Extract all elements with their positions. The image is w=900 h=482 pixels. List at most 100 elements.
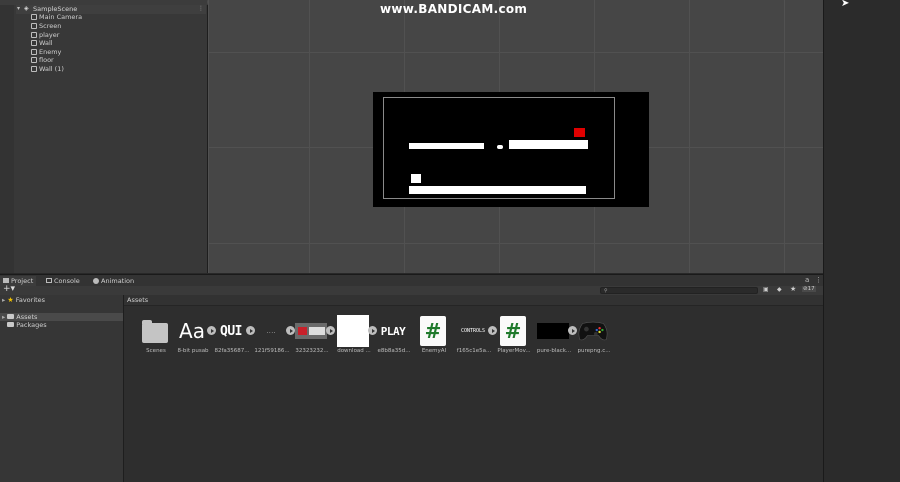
grid-line [208, 0, 209, 273]
asset-enemyai[interactable]: # EnemyAI [412, 315, 452, 359]
asset-label: EnemyAI [421, 348, 447, 354]
asset-8-bit-pusab[interactable]: Aa 8-bit pusab [171, 315, 216, 359]
asset-f165c1e5a[interactable]: CONTROLS f165c1e5a... [452, 315, 497, 359]
image-icon: CONTROLS [460, 328, 486, 334]
asset-label: download ... [337, 348, 371, 354]
hierarchy-item-label: Screen [39, 22, 62, 30]
tree-label: Favorites [15, 296, 46, 304]
asset-download[interactable]: download ... [332, 315, 377, 359]
asset-32323232[interactable]: 32323232... [290, 315, 335, 359]
image-icon: .... [266, 328, 276, 334]
asset-browser: Assets Scenes Aa 8-bit pusab QUI 82fa356… [124, 295, 823, 482]
grid-line [208, 52, 823, 53]
folder-icon [7, 322, 15, 327]
hierarchy-item-wall[interactable]: Wall [31, 39, 53, 47]
project-folder-tree: ▸ ★ Favorites ▸Assets ▸Packages [0, 295, 124, 482]
image-icon [337, 315, 369, 347]
square-object[interactable] [411, 174, 421, 183]
gameobject-icon [31, 14, 37, 20]
asset-playermov[interactable]: # PlayerMov... [492, 315, 532, 359]
asset-label: pure-black... [536, 348, 572, 354]
tab-animation[interactable]: Animation [90, 276, 137, 286]
tree-label: Assets [16, 313, 38, 321]
hierarchy-item-enemy[interactable]: Enemy [31, 48, 61, 56]
hierarchy-item-label: Main Camera [39, 13, 83, 21]
image-icon: PLAY [380, 324, 406, 338]
image-icon: QUI [220, 323, 242, 339]
asset-label: f165c1e5a... [456, 348, 492, 354]
scene-menu-icon[interactable]: ⋮ [198, 5, 204, 12]
script-icon: # [497, 315, 529, 347]
asset-label: 8-bit pusab [177, 348, 209, 354]
player-object[interactable] [497, 145, 503, 149]
scene-view[interactable] [208, 0, 823, 273]
tree-item-assets[interactable]: ▸ Assets [0, 313, 123, 321]
panel-menu-icon[interactable]: ⋮ [815, 276, 822, 284]
tab-label: Animation [101, 277, 135, 285]
unity-scene-icon: ◈ [24, 5, 29, 12]
tree-label: Packages [16, 321, 47, 329]
hierarchy-item-floor[interactable]: floor [31, 56, 54, 64]
hierarchy-item-player[interactable]: player [31, 31, 59, 39]
grid-line [689, 0, 690, 273]
inspector-panel: ➤ [823, 0, 900, 482]
console-icon [46, 278, 52, 283]
folder-icon [7, 314, 15, 319]
screen-object[interactable] [373, 92, 649, 207]
asset-label: PlayerMov... [497, 348, 531, 354]
project-search-input[interactable]: ⚲ [600, 287, 758, 294]
hierarchy-item-wall-1[interactable]: Wall (1) [31, 65, 64, 73]
image-icon [295, 315, 327, 347]
tree-item-favorites[interactable]: ▸ ★ Favorites [2, 296, 45, 304]
script-icon: # [417, 315, 449, 347]
asset-label: 121f59186... [254, 348, 290, 354]
tab-label: Console [54, 277, 80, 285]
hierarchy-item-label: floor [39, 56, 54, 64]
filter-by-type-icon[interactable]: ▣ [763, 286, 769, 293]
favorite-star-icon[interactable]: ★ [790, 285, 796, 293]
lock-icon[interactable]: a [805, 276, 809, 284]
asset-e8b8a35d[interactable]: PLAY e8b8a35d... [372, 315, 412, 359]
hierarchy-gutter [0, 5, 14, 273]
tree-item-packages[interactable]: ▸Packages [2, 321, 47, 329]
asset-121f59186[interactable]: .... 121f59186... [250, 315, 295, 359]
scene-expand-arrow-icon[interactable]: ▾ [17, 5, 20, 12]
hierarchy-item-label: Wall [39, 39, 53, 47]
gameobject-icon [31, 57, 37, 63]
hierarchy-item-screen[interactable]: Screen [31, 22, 61, 30]
grid-line [784, 0, 785, 273]
gameobject-icon [31, 32, 37, 38]
asset-scenes[interactable]: Scenes [134, 315, 174, 359]
asset-label: 32323232... [295, 348, 329, 354]
asset-label: purepng.c... [577, 348, 611, 354]
asset-label: e8b8a35d... [377, 348, 411, 354]
font-icon: Aa [179, 319, 205, 343]
gameobject-icon [31, 49, 37, 55]
gameobject-icon [31, 23, 37, 29]
gameobject-icon [31, 40, 37, 46]
floor-platform[interactable] [409, 186, 586, 194]
project-toolbar: +▾ ⚲ ▣ ◆ ★ ⊘17 [0, 284, 823, 295]
asset-purepng[interactable]: purepng.c... [572, 315, 612, 359]
wall-platform[interactable] [409, 143, 484, 149]
grid-line [208, 243, 823, 244]
asset-82fa35687[interactable]: QUI 82fa35687... [210, 315, 255, 359]
wall-1-platform[interactable] [509, 140, 588, 149]
add-asset-button[interactable]: +▾ [3, 284, 15, 294]
mouse-cursor-icon: ➤ [841, 0, 850, 9]
folder-icon [139, 315, 171, 347]
hidden-packages-toggle[interactable]: ⊘17 [802, 286, 816, 292]
filter-by-label-icon[interactable]: ◆ [777, 286, 782, 293]
hierarchy-panel: ▾ ◈ SampleScene ⋮ Main Camera Screen pla… [0, 5, 208, 273]
tab-console[interactable]: Console [43, 276, 83, 286]
bandicam-watermark: www.BANDICAM.com [380, 2, 528, 16]
hierarchy-item-label: Wall (1) [39, 65, 64, 73]
hierarchy-item-label: player [39, 31, 60, 39]
enemy-object[interactable] [574, 128, 585, 137]
scene-name: SampleScene [33, 5, 78, 13]
hierarchy-item-main-camera[interactable]: Main Camera [31, 13, 82, 21]
gameobject-icon [31, 66, 37, 72]
breadcrumb: Assets [124, 295, 823, 306]
asset-label: 82fa35687... [214, 348, 250, 354]
asset-pure-black[interactable]: pure-black... [532, 315, 577, 359]
